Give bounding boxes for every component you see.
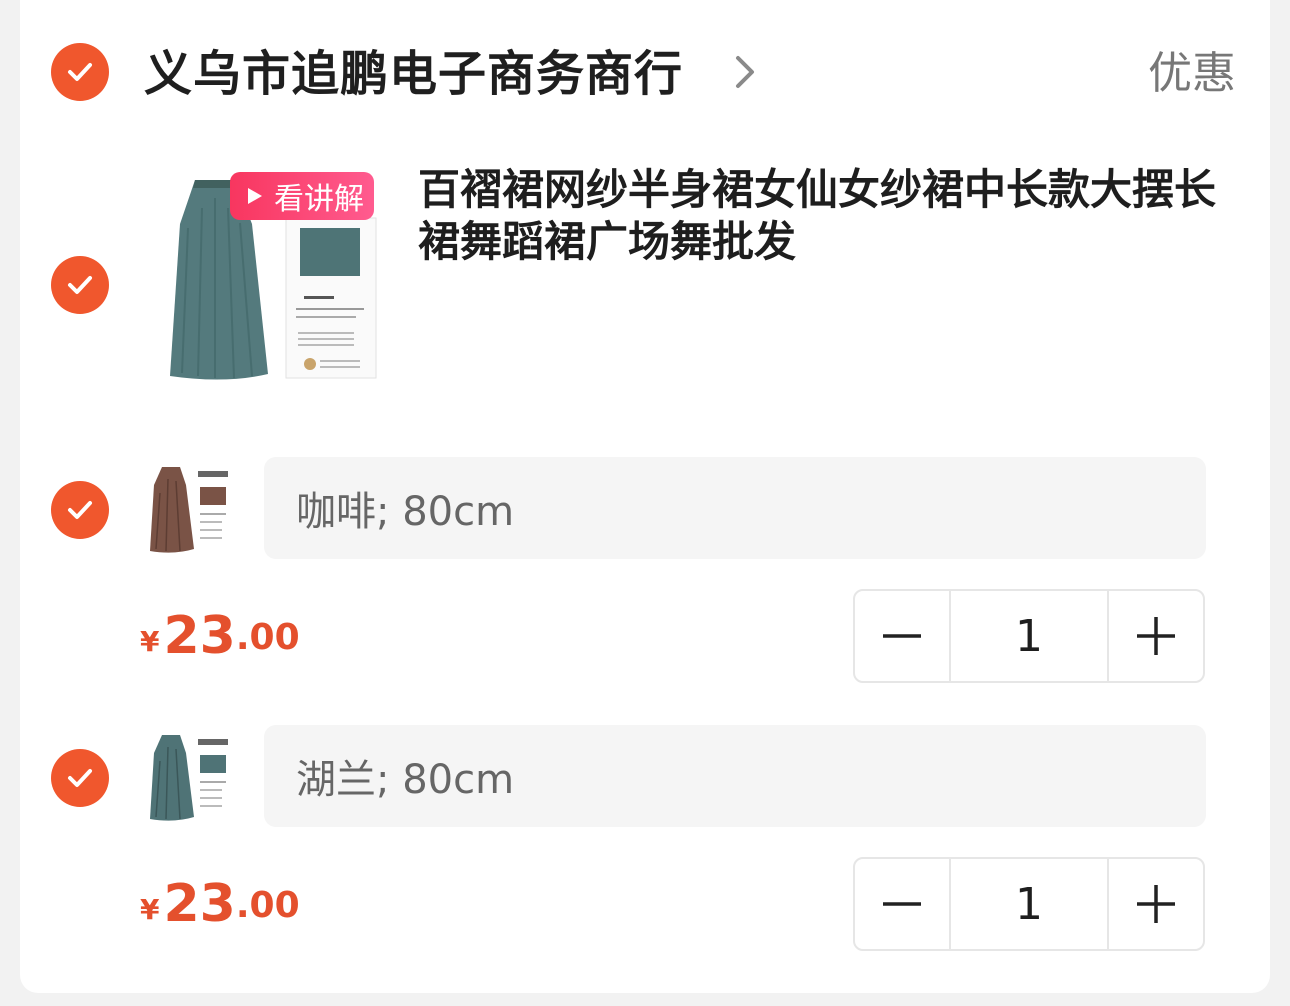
variant-image[interactable]	[140, 463, 232, 555]
shop-name-link[interactable]: 义乌市追鹏电子商务商行	[144, 44, 683, 104]
plus-icon	[1137, 617, 1175, 655]
variant-select-checkbox[interactable]	[51, 749, 109, 807]
quantity-input[interactable]: 1	[949, 859, 1109, 949]
currency-symbol: ¥	[140, 893, 160, 926]
price-integer: 23	[163, 874, 236, 934]
play-icon	[248, 188, 262, 204]
variant-image[interactable]	[140, 731, 232, 823]
quantity-stepper: 1	[853, 857, 1205, 951]
decrease-button[interactable]	[855, 859, 949, 949]
video-explain-badge[interactable]: 看讲解	[230, 172, 374, 220]
price-decimal: .00	[235, 885, 300, 926]
minus-icon	[883, 634, 921, 638]
checkmark-icon	[68, 501, 92, 519]
decrease-button[interactable]	[855, 591, 949, 681]
checkmark-icon	[68, 276, 92, 294]
quantity-stepper: 1	[853, 589, 1205, 683]
video-badge-label: 看讲解	[274, 182, 364, 217]
plus-icon	[1137, 885, 1175, 923]
product-title[interactable]: 百褶裙网纱半身裙女仙女纱裙中长款大摆长裙舞蹈裙广场舞批发	[418, 164, 1218, 268]
variant-spec-label: 咖啡; 80cm	[296, 489, 515, 535]
quantity-input[interactable]: 1	[949, 591, 1109, 681]
checkmark-icon	[68, 63, 92, 81]
currency-symbol: ¥	[140, 625, 160, 658]
promo-button[interactable]: 优惠	[1148, 44, 1236, 104]
variant-spec-selector[interactable]: 咖啡; 80cm	[264, 457, 1206, 559]
chevron-right-icon[interactable]	[730, 52, 760, 92]
variant-price: ¥ 23 .00	[140, 874, 300, 934]
checkmark-icon	[68, 769, 92, 787]
variant-spec-label: 湖兰; 80cm	[296, 757, 515, 803]
product-select-checkbox[interactable]	[51, 256, 109, 314]
variant-price: ¥ 23 .00	[140, 606, 300, 666]
variant-select-checkbox[interactable]	[51, 481, 109, 539]
price-decimal: .00	[235, 617, 300, 658]
increase-button[interactable]	[1109, 591, 1203, 681]
price-integer: 23	[163, 606, 236, 666]
shop-select-checkbox[interactable]	[51, 43, 109, 101]
minus-icon	[883, 902, 921, 906]
variant-spec-selector[interactable]: 湖兰; 80cm	[264, 725, 1206, 827]
shop-card: 义乌市追鹏电子商务商行 优惠 看讲解 百褶裙网纱半身裙女仙女纱裙中长款大摆长裙舞…	[20, 0, 1270, 993]
increase-button[interactable]	[1109, 859, 1203, 949]
